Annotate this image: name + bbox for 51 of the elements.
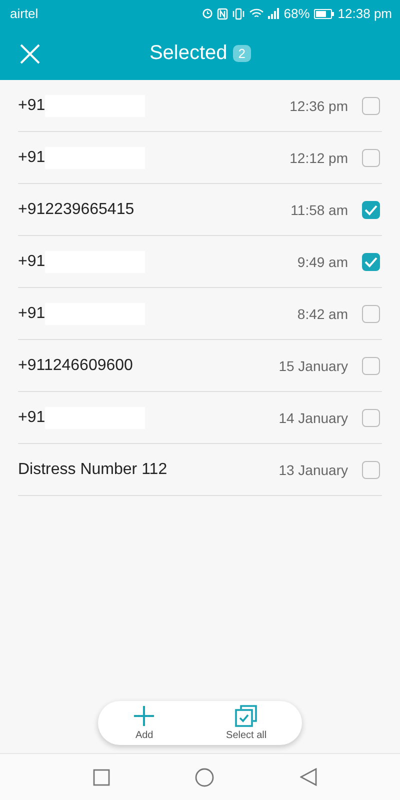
call-time: 15 January [278,358,348,374]
carrier-name: airtel [10,6,38,21]
contact-number: +91 [18,96,46,114]
call-time: 12:36 pm [290,98,348,114]
checkbox[interactable] [362,408,380,426]
call-time: 8:42 am [297,306,348,322]
close-icon [20,44,40,64]
call-time: 13 January [278,462,348,478]
checkbox[interactable] [362,96,380,114]
contact-row[interactable]: +91 12:36 pm [18,80,382,132]
contact-number: +91 [18,304,46,322]
wifi-icon [248,8,264,19]
checkbox[interactable] [362,200,380,218]
checkbox[interactable] [362,356,380,374]
checkbox[interactable] [362,148,380,166]
contact-number: +912239665415 [18,200,134,218]
action-button[interactable]: Add [129,703,160,743]
select-all-icon [235,705,258,727]
header-title: Selected [149,42,228,65]
battery-icon [314,8,334,18]
contact-number: +911246609600 [18,356,133,374]
contact-number: +91 [18,408,46,426]
contact-row[interactable]: +912239665415 11:58 am [18,184,382,236]
call-time: 9:49 am [297,254,348,270]
checkbox[interactable] [362,460,380,478]
call-time: 14 January [278,410,348,426]
contact-number: +91 [18,148,46,166]
battery-percentage: 68% [284,6,310,21]
contact-row[interactable]: +91 12:12 pm [18,132,382,184]
contact-row[interactable]: +911246609600 15 January [18,340,382,392]
contact-row[interactable]: Distress Number 112 13 January [18,444,382,496]
selected-count-badge: 2 [233,45,251,62]
alarm-icon [202,8,213,19]
call-time: 12:12 pm [290,150,348,166]
plus-icon [133,705,156,727]
contact-row[interactable]: +91 9:49 am [18,236,382,288]
vibrate-icon [232,8,245,20]
signal-icon [268,8,280,19]
clock-time: 12:38 pm [338,6,392,21]
contact-row[interactable]: +91 14 January [18,392,382,444]
nfc-icon [216,8,228,20]
recents-icon[interactable] [92,768,110,786]
contact-number: Distress Number 112 [18,460,168,478]
action-button[interactable]: Select all [222,703,271,743]
call-time: 11:58 am [290,202,348,218]
contact-row[interactable]: +91 8:42 am [18,288,382,340]
checkbox[interactable] [362,304,380,322]
home-icon[interactable] [195,768,214,786]
contact-number: +91 [18,252,46,270]
checkbox[interactable] [362,252,380,270]
back-icon[interactable] [300,768,318,786]
